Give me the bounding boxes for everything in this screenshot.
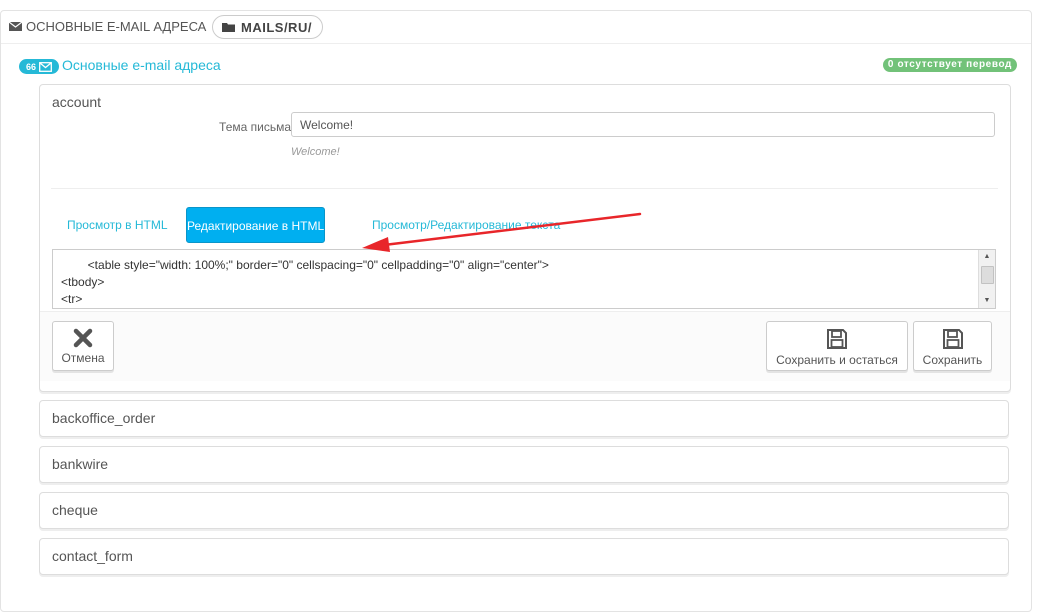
folder-icon [222,23,235,32]
tab-text-edit[interactable]: Просмотр/Редактирование текста [357,207,575,243]
form-footer: Отмена Сохранить и остаться Сохранить [40,311,1010,381]
template-item-bankwire[interactable]: bankwire [39,446,1009,483]
code-lines: <table style="width: 100%;" border="0" c… [61,257,549,308]
missing-translation-badge: 0 отсутствует перевод [882,58,1017,72]
tab-html-edit[interactable]: Редактирование в HTML [186,207,325,243]
subject-hint: Welcome! [291,146,340,158]
template-item-cheque[interactable]: cheque [39,492,1009,529]
panel-heading: Основные e-mail адреса MAILS/RU/ [1,11,1031,44]
template-item-label: cheque [52,502,98,518]
subject-input[interactable] [291,112,995,137]
floppy-disk-icon [827,329,847,349]
html-code-editor[interactable]: <table style="width: 100%;" border="0" c… [52,249,996,309]
divider [51,188,998,189]
save-and-stay-button[interactable]: Сохранить и остаться [766,321,908,371]
floppy-disk-icon [942,329,963,349]
account-template-title: account [52,94,102,110]
save-and-stay-label: Сохранить и остаться [776,353,898,367]
code-line: <tbody> [61,275,105,289]
save-button[interactable]: Сохранить [913,321,992,371]
scroll-up-icon[interactable]: ▲ [979,250,995,264]
scroll-down-icon[interactable]: ▼ [979,294,995,308]
scroll-thumb[interactable] [981,266,994,284]
panel-title: Основные e-mail адреса [26,19,207,34]
template-item-label: bankwire [52,456,109,472]
section-title-link[interactable]: Основные e-mail адреса [62,57,221,73]
envelope-icon [9,22,22,31]
template-item-contact-form[interactable]: contact_form [39,538,1009,575]
code-line: <tr> [61,292,83,306]
template-item-label: contact_form [52,548,133,564]
section-row: 66 Основные e-mail адреса 0 отсутствует … [19,57,1017,77]
editor-scrollbar[interactable]: ▲ ▼ [978,250,995,308]
subject-label: Тема письма [219,120,291,134]
path-badge: MAILS/RU/ [212,15,323,39]
path-label: MAILS/RU/ [241,19,312,35]
cancel-label: Отмена [61,351,105,365]
save-label: Сохранить [922,353,983,367]
template-count: 66 [25,61,36,72]
envelope-outline-icon [39,61,52,72]
cancel-button[interactable]: Отмена [52,321,114,371]
close-icon [73,328,93,348]
code-line: <table style="width: 100%;" border="0" c… [61,258,549,272]
tab-html-preview[interactable]: Просмотр в HTML [52,207,183,243]
template-item-label: backoffice_order [52,410,156,426]
editor-tabs: Просмотр в HTML Редактирование в HTML Пр… [52,207,998,243]
template-count-badge[interactable]: 66 [19,59,59,74]
template-item-backoffice-order[interactable]: backoffice_order [39,400,1009,437]
